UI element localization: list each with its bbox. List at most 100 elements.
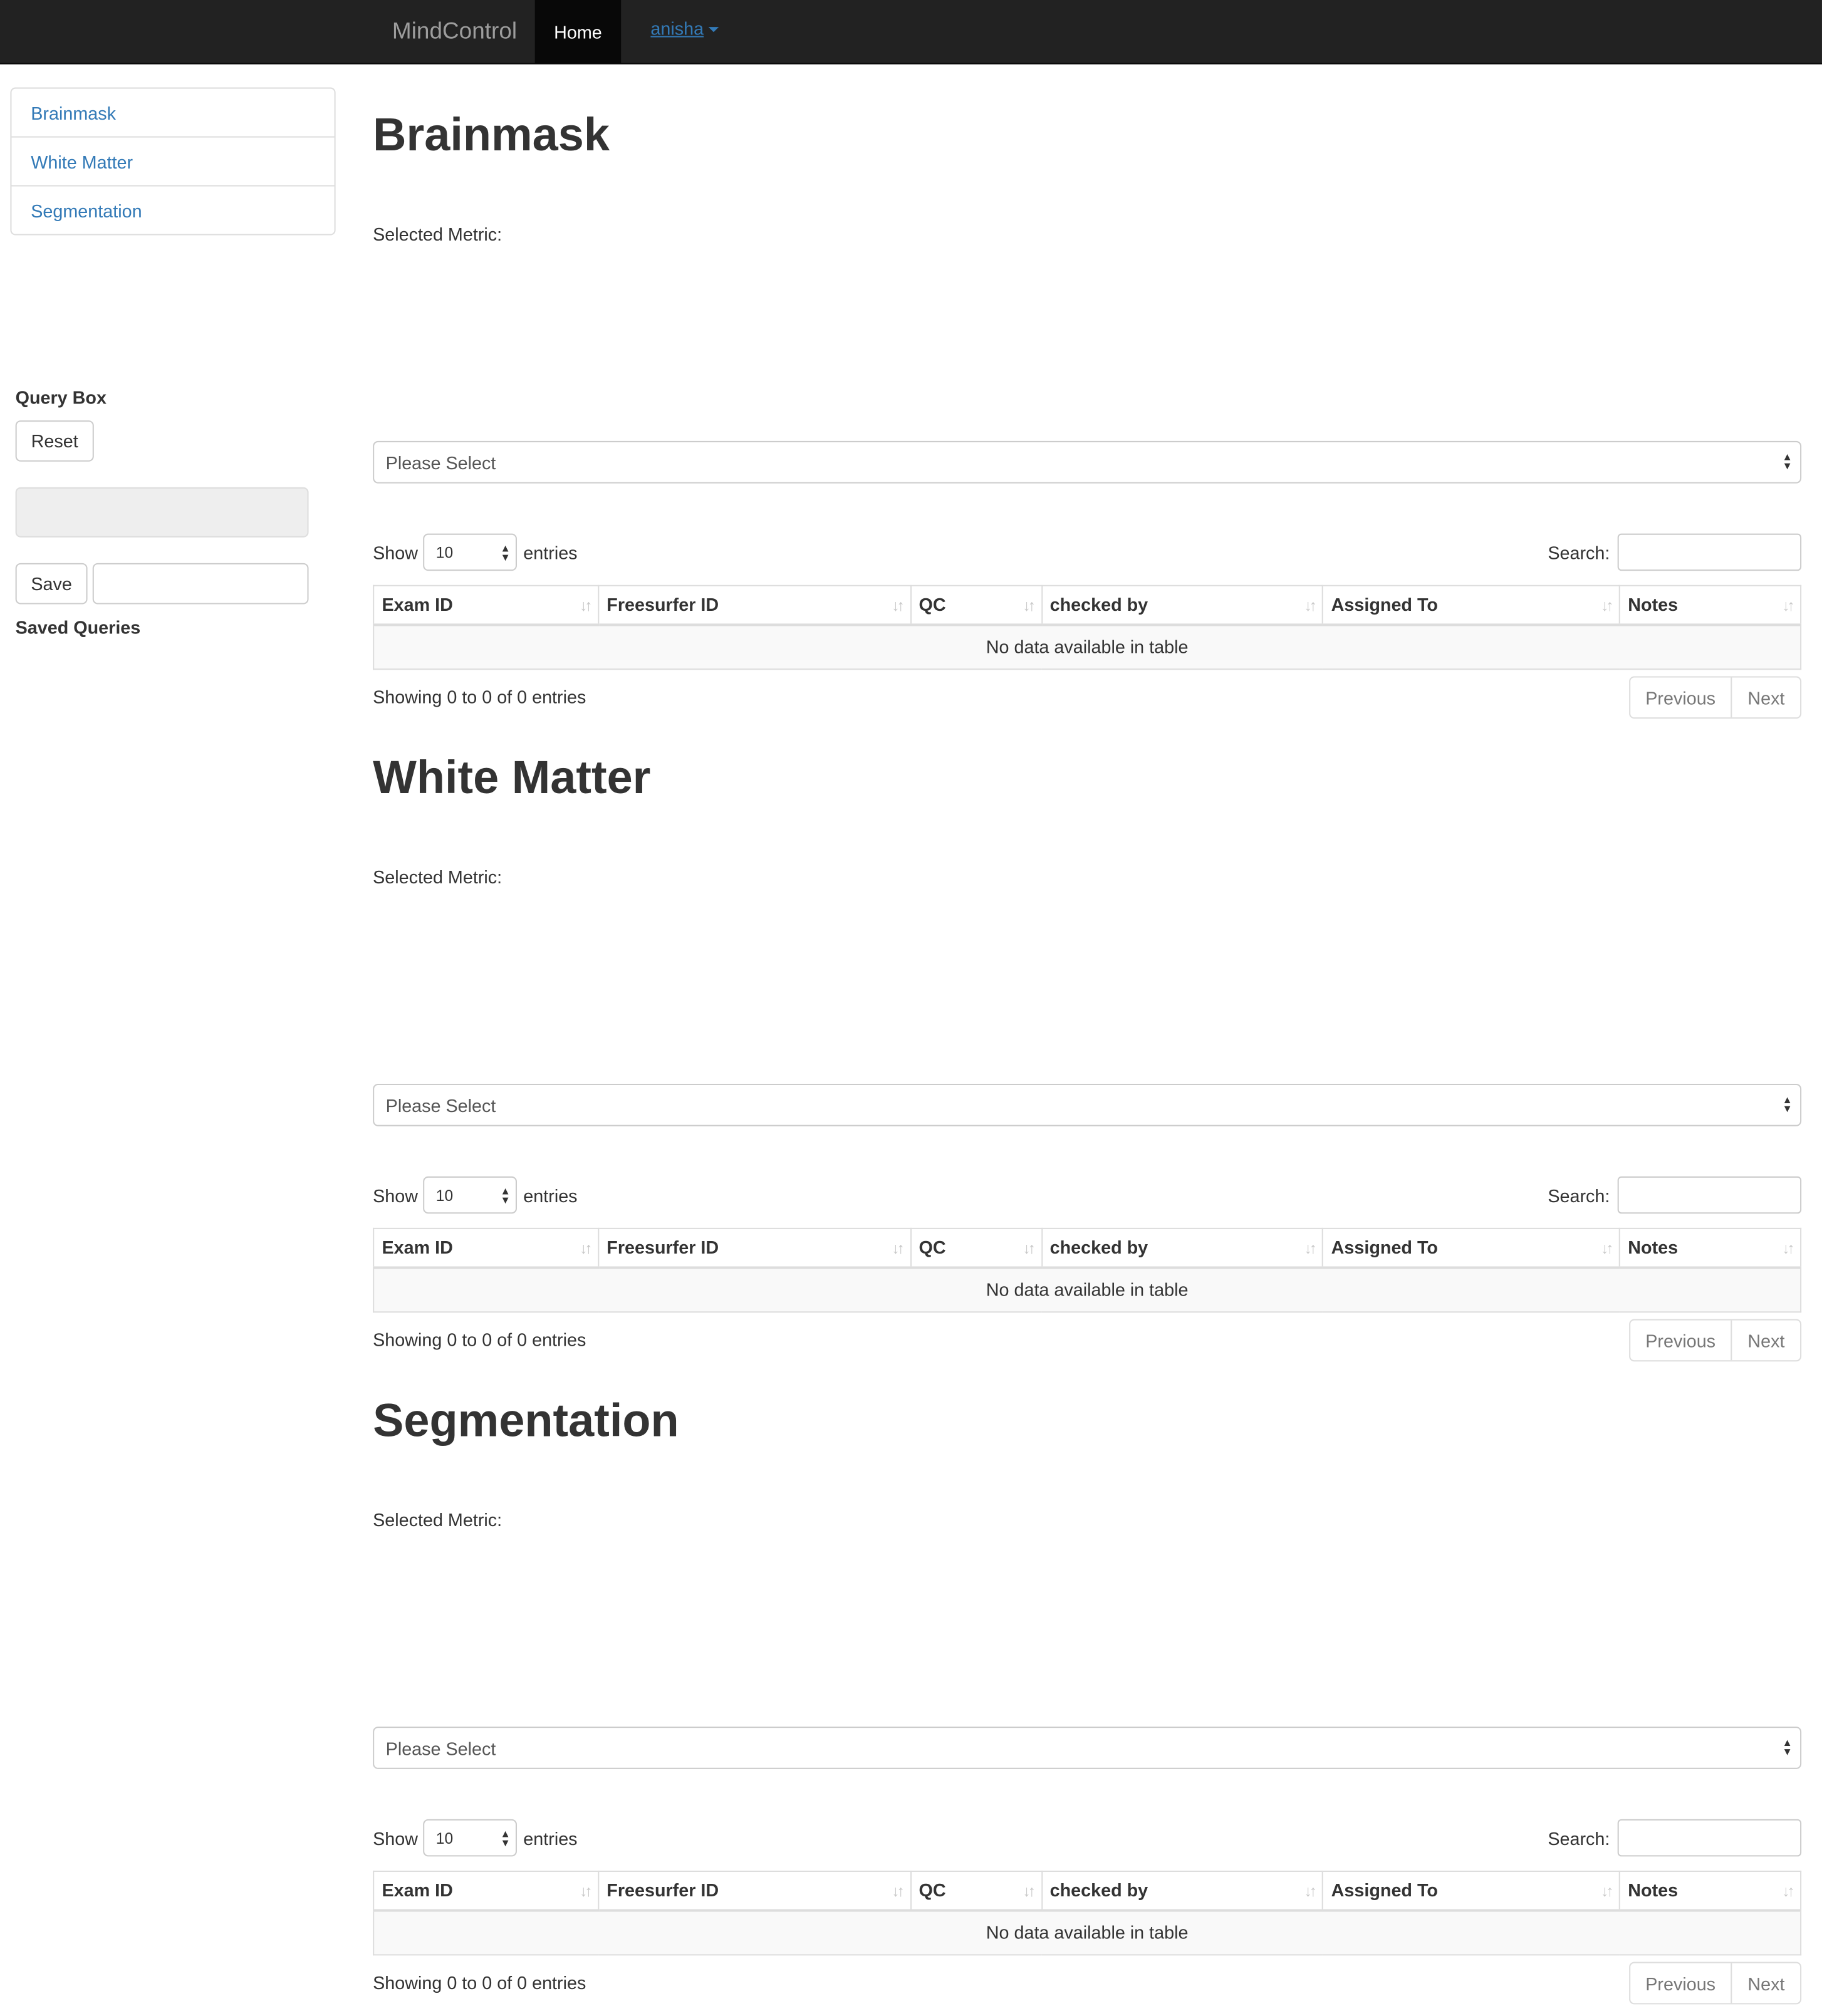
length-control: Show 10 ▲ ▼ entries (373, 1176, 578, 1214)
search-input[interactable] (1617, 1819, 1802, 1857)
query-box[interactable] (15, 487, 309, 538)
entries-label: entries (523, 1185, 578, 1205)
empty-table-message: No data available in table (373, 1266, 1802, 1312)
column-header-label: Freesurfer ID (606, 594, 719, 615)
entries-length-value: 10 (435, 1829, 454, 1847)
column-header[interactable]: checked by ↓↑ (1041, 585, 1324, 626)
column-header[interactable]: Notes ↓↑ (1618, 1870, 1802, 1911)
column-header-label: Assigned To (1331, 1237, 1438, 1258)
empty-table-message: No data available in table (373, 623, 1802, 670)
table-row: No data available in table (373, 1909, 1802, 1955)
metric-select-value: Please Select (385, 1094, 496, 1116)
length-control: Show 10 ▲ ▼ entries (373, 533, 578, 571)
sort-icon: ↓↑ (580, 1882, 593, 1901)
select-arrows-icon: ▲ ▼ (1782, 451, 1793, 472)
column-header[interactable]: Assigned To ↓↑ (1322, 1870, 1620, 1911)
column-header[interactable]: Notes ↓↑ (1618, 585, 1802, 626)
column-header[interactable]: QC ↓↑ (910, 1227, 1043, 1269)
metric-select[interactable]: Please Select ▲ ▼ (373, 1727, 1802, 1769)
sidebar-item-white-matter[interactable]: White Matter (11, 138, 335, 187)
entries-length-select[interactable]: 10 ▲ ▼ (423, 1819, 518, 1857)
column-header-label: Exam ID (382, 1879, 453, 1901)
length-control: Show 10 ▲ ▼ entries (373, 1819, 578, 1857)
column-header[interactable]: QC ↓↑ (910, 585, 1043, 626)
entries-length-value: 10 (435, 1186, 454, 1204)
search-input[interactable] (1617, 1176, 1802, 1214)
entries-label: entries (523, 542, 578, 563)
data-table: Exam ID ↓↑ Freesurfer ID ↓↑ QC ↓↑ checked by ↓↑… (373, 1227, 1802, 1312)
brand-link[interactable]: MindControl (392, 18, 517, 45)
reset-button[interactable]: Reset (15, 420, 94, 462)
search-label: Search: (1548, 1185, 1610, 1205)
column-header[interactable]: checked by ↓↑ (1041, 1870, 1324, 1911)
table-header-row: Exam ID ↓↑ Freesurfer ID ↓↑ QC ↓↑ checked by ↓↑… (373, 1227, 1802, 1269)
sort-icon: ↓↑ (1304, 596, 1318, 615)
nav-home-tab[interactable]: Home (534, 0, 622, 63)
sort-icon: ↓↑ (1304, 1882, 1318, 1901)
column-header[interactable]: QC ↓↑ (910, 1870, 1043, 1911)
metric-select[interactable]: Please Select ▲ ▼ (373, 1084, 1802, 1126)
column-header[interactable]: Assigned To ↓↑ (1322, 585, 1620, 626)
sort-icon: ↓↑ (1782, 1239, 1795, 1258)
column-header[interactable]: Exam ID ↓↑ (373, 1227, 599, 1269)
column-header-label: Exam ID (382, 1237, 453, 1258)
column-header-label: QC (919, 1237, 946, 1258)
column-header-label: Assigned To (1331, 1879, 1438, 1901)
column-header-label: Assigned To (1331, 594, 1438, 615)
select-arrows-icon: ▲ ▼ (1782, 1737, 1793, 1758)
column-header-label: Freesurfer ID (606, 1879, 719, 1901)
qc-section-1: Brainmask Selected Metric: Please Select… (373, 62, 1802, 719)
select-arrows-icon: ▲ ▼ (500, 1185, 511, 1206)
next-button[interactable]: Next (1731, 1963, 1800, 2003)
column-header-label: Exam ID (382, 594, 453, 615)
table-header-row: Exam ID ↓↑ Freesurfer ID ↓↑ QC ↓↑ checked by ↓↑… (373, 585, 1802, 626)
column-header[interactable]: checked by ↓↑ (1041, 1227, 1324, 1269)
search-label: Search: (1548, 1827, 1610, 1849)
sort-icon: ↓↑ (1023, 1882, 1036, 1901)
show-label: Show (373, 1827, 419, 1849)
show-label: Show (373, 1185, 419, 1205)
query-name-input[interactable] (92, 563, 309, 605)
entries-label: entries (523, 1827, 578, 1849)
selected-metric-label: Selected Metric: (373, 866, 502, 888)
column-header[interactable]: Exam ID ↓↑ (373, 1870, 599, 1911)
sort-icon: ↓↑ (892, 596, 905, 615)
entries-length-select[interactable]: 10 ▲ ▼ (423, 1176, 518, 1214)
metric-select[interactable]: Please Select ▲ ▼ (373, 440, 1802, 484)
table-search: Search: (1548, 1176, 1802, 1214)
select-arrows-icon: ▲ ▼ (500, 543, 511, 563)
column-header[interactable]: Freesurfer ID ↓↑ (597, 1227, 912, 1269)
sidebar-item-brainmask[interactable]: Brainmask (11, 89, 335, 138)
entries-length-select[interactable]: 10 ▲ ▼ (423, 533, 518, 571)
sort-icon: ↓↑ (1782, 596, 1795, 615)
sidebar-item-segmentation[interactable]: Segmentation (11, 187, 334, 234)
sort-icon: ↓↑ (1782, 1882, 1795, 1901)
select-arrows-icon: ▲ ▼ (1782, 1094, 1793, 1115)
column-header-label: checked by (1049, 594, 1148, 615)
saved-queries-label: Saved Queries (15, 617, 141, 638)
entries-length-value: 10 (435, 543, 454, 561)
table-row: No data available in table (373, 623, 1802, 670)
user-menu-dropdown[interactable]: anisha (650, 18, 719, 39)
save-button[interactable]: Save (15, 563, 88, 605)
qc-section-2: White Matter Selected Metric: Please Sel… (373, 705, 1802, 1362)
column-header-label: Notes (1628, 1879, 1679, 1901)
section-title: White Matter (373, 751, 651, 804)
column-header[interactable]: Freesurfer ID ↓↑ (597, 1870, 912, 1911)
data-table: Exam ID ↓↑ Freesurfer ID ↓↑ QC ↓↑ checked by ↓↑… (373, 1870, 1802, 1955)
table-search: Search: (1548, 533, 1802, 571)
column-header-label: Notes (1628, 1237, 1679, 1258)
table-info: Showing 0 to 0 of 0 entries (373, 1972, 586, 1993)
column-header[interactable]: Exam ID ↓↑ (373, 585, 599, 626)
previous-button[interactable]: Previous (1630, 1963, 1731, 2003)
search-input[interactable] (1617, 533, 1802, 571)
sort-icon: ↓↑ (1023, 596, 1036, 615)
metric-select-value: Please Select (385, 1737, 496, 1759)
table-search: Search: (1548, 1819, 1802, 1857)
column-header[interactable]: Notes ↓↑ (1618, 1227, 1802, 1269)
column-header[interactable]: Freesurfer ID ↓↑ (597, 585, 912, 626)
column-header-label: QC (919, 1879, 946, 1901)
show-label: Show (373, 542, 419, 563)
sort-icon: ↓↑ (1601, 1239, 1614, 1258)
column-header[interactable]: Assigned To ↓↑ (1322, 1227, 1620, 1269)
